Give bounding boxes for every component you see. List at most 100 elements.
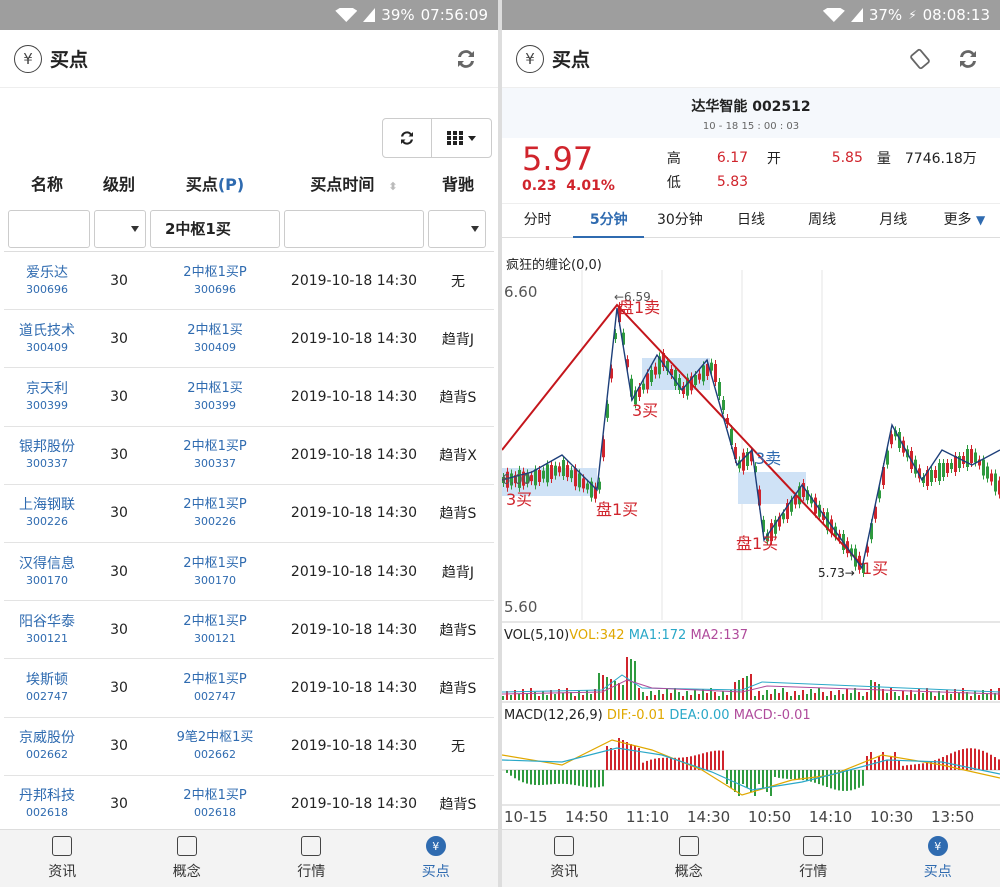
kline-chart-area[interactable]: 疯狂的缠论(0,0) 6.60 5.60 6.00 ←6.59 盘1卖 3买 3… [502, 250, 1000, 830]
table-row[interactable]: 京威股份 002662 30 9笔2中枢1买 002662 2019-10-18 14:3… [4, 718, 494, 776]
volume-bar [850, 693, 852, 700]
toolbar-group [382, 118, 492, 158]
x-tick-label: 10-15 [504, 808, 548, 826]
period-tab[interactable]: 分时 [502, 204, 573, 238]
refresh-button[interactable] [950, 41, 986, 77]
cell-buy[interactable]: 2中枢1买P 300170 [148, 555, 282, 589]
tab-news[interactable]: 资讯 [0, 830, 125, 887]
cell-buy[interactable]: 2中枢1买 300399 [148, 380, 282, 414]
refresh-button[interactable] [448, 41, 484, 77]
volume-bar [522, 689, 524, 700]
volume-bar [842, 694, 844, 700]
cell-name[interactable]: 京威股份 002662 [4, 729, 90, 763]
table-row[interactable]: 上海钢联 300226 30 2中枢1买P 300226 2019-10-18 14:30… [4, 485, 494, 543]
cell-buy[interactable]: 2中枢1买 300409 [148, 322, 282, 356]
period-tab[interactable]: 月线 [858, 204, 929, 238]
buy-filter-input[interactable]: 2中枢1买 [150, 209, 280, 248]
volume-label: 量 [876, 151, 891, 167]
time-filter-input[interactable] [284, 209, 424, 248]
macd-bar [718, 750, 720, 770]
table-row[interactable]: 汉得信息 300170 30 2中枢1买P 300170 2019-10-18 14:30… [4, 543, 494, 602]
quote-panel: 5.97 0.23 4.01% 高 6.17 开 5.85 量 7746.18万… [502, 138, 1000, 204]
stock-code: 002618 [26, 806, 68, 820]
cell-name[interactable]: 爱乐达 300696 [4, 264, 90, 298]
tab-concept[interactable]: 概念 [125, 830, 250, 887]
tab-buypoint[interactable]: ¥ 买点 [876, 830, 1000, 887]
x-tick-label: 14:10 [809, 808, 853, 826]
cell-buy[interactable]: 9笔2中枢1买 002662 [148, 729, 282, 763]
tab-buypoint[interactable]: ¥ 买点 [374, 830, 499, 887]
candle-body [930, 470, 933, 482]
reload-button[interactable] [383, 119, 431, 157]
cell-buy[interactable]: 2中枢1买P 300337 [148, 438, 282, 472]
table-row[interactable]: 阳谷华泰 300121 30 2中枢1买P 300121 2019-10-18 14:30… [4, 601, 494, 660]
cell-time: 2019-10-18 14:30 [290, 505, 418, 522]
stock-name: 上海钢联 [19, 497, 75, 514]
period-tab[interactable]: 30分钟 [644, 204, 715, 238]
header-divergence[interactable]: 背驰 [426, 171, 490, 195]
macd-bar [510, 770, 512, 776]
cell-name[interactable]: 汉得信息 300170 [4, 555, 90, 589]
table-row[interactable]: 银邦股份 300337 30 2中枢1买P 300337 2019-10-18 14:30… [4, 427, 494, 485]
table-row[interactable]: 丹邦科技 002618 30 2中枢1买P 002618 2019-10-18 14:30… [4, 776, 494, 834]
volume-bar [586, 690, 588, 700]
table-row[interactable]: 道氏技术 300409 30 2中枢1买 300409 2019-10-18 14:30 趋… [4, 310, 494, 369]
volume-bar [858, 692, 860, 700]
columns-button[interactable] [431, 119, 491, 157]
period-tab[interactable]: 日线 [715, 204, 786, 238]
volume-value: 7746.18万 [904, 151, 977, 167]
cell-name[interactable]: 阳谷华泰 300121 [4, 613, 90, 647]
buy-code: 300399 [194, 398, 236, 412]
candle-body [934, 470, 937, 478]
macd-bar [578, 770, 580, 786]
macd-bar [766, 770, 768, 792]
cell-level: 30 [110, 796, 128, 813]
cell-buy[interactable]: 2中枢1买P 300226 [148, 496, 282, 530]
header-time[interactable]: 买点时间 ⬍ [282, 171, 426, 195]
tab-news[interactable]: 资讯 [502, 830, 627, 887]
rotate-button[interactable] [902, 41, 938, 77]
cell-name[interactable]: 丹邦科技 002618 [4, 787, 90, 821]
table-row[interactable]: 京天利 300399 30 2中枢1买 300399 2019-10-18 14:30 趋背… [4, 368, 494, 427]
cell-buy[interactable]: 2中枢1买P 300696 [148, 264, 282, 298]
battery-level: 37% [868, 6, 903, 24]
macd-bar [554, 770, 556, 784]
cell-buy[interactable]: 2中枢1买P 002618 [148, 787, 282, 821]
header-name[interactable]: 名称 [4, 171, 90, 195]
cell-divergence: 趋背J [441, 564, 475, 581]
cell-buy[interactable]: 2中枢1买P 300121 [148, 613, 282, 647]
quote-grid: 高 6.17 开 5.85 量 7746.18万 低 5.83 [667, 146, 985, 203]
period-tab[interactable]: 5分钟 [573, 204, 645, 238]
signal-icon [363, 8, 376, 22]
wifi-icon [335, 8, 358, 22]
annotation-sell: 盘1卖 [618, 298, 661, 317]
level-filter-select[interactable] [94, 209, 146, 248]
period-tab[interactable]: 周线 [787, 204, 858, 238]
cell-buy[interactable]: 2中枢1买P 002747 [148, 671, 282, 705]
cell-name[interactable]: 道氏技术 300409 [4, 322, 90, 356]
candle-body [946, 463, 949, 473]
cell-name[interactable]: 银邦股份 300337 [4, 438, 90, 472]
page-title: 买点 [50, 49, 89, 71]
tab-concept[interactable]: 概念 [627, 830, 752, 887]
macd-bar [890, 756, 892, 770]
name-filter-input[interactable] [8, 209, 90, 248]
header-level[interactable]: 级别 [90, 171, 148, 195]
macd-dif: DIF:-0.01 [606, 708, 666, 723]
volume-bar [766, 690, 768, 700]
divergence-filter-select[interactable] [428, 209, 486, 248]
candle-body [542, 470, 545, 479]
cell-name[interactable]: 京天利 300399 [4, 380, 90, 414]
macd-dea: DEA:0.00 [669, 708, 730, 723]
header-buy[interactable]: 买点(P) [148, 171, 282, 195]
cell-name[interactable]: 埃斯顿 002747 [4, 671, 90, 705]
cell-level: 30 [110, 388, 128, 405]
tab-market[interactable]: 行情 [751, 830, 876, 887]
macd-bar [594, 770, 596, 788]
table-row[interactable]: 埃斯顿 002747 30 2中枢1买P 002747 2019-10-18 14:30 趋… [4, 659, 494, 718]
table-row[interactable]: 爱乐达 300696 30 2中枢1买P 300696 2019-10-18 14:30 无 [4, 252, 494, 311]
tab-market[interactable]: 行情 [249, 830, 374, 887]
period-tab-more[interactable]: 更多 ▼ [929, 204, 1000, 238]
volume-bar [546, 695, 548, 700]
cell-name[interactable]: 上海钢联 300226 [4, 496, 90, 530]
